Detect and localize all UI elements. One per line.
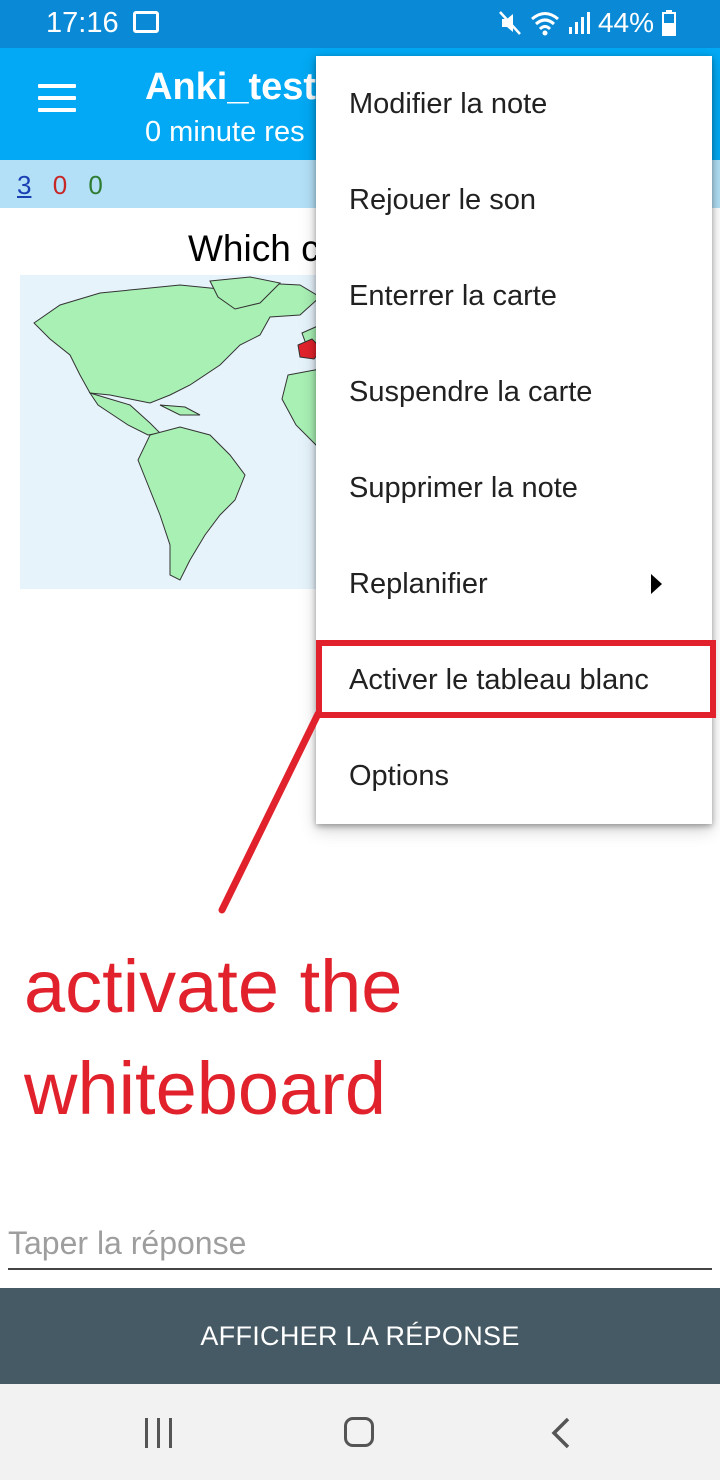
- annotation-highlight-box: [316, 640, 716, 718]
- menu-item-label: Suspendre la carte: [349, 375, 593, 408]
- answer-input[interactable]: [8, 1218, 712, 1270]
- back-icon[interactable]: [548, 1416, 574, 1450]
- menu-item-label: Replanifier: [349, 567, 488, 600]
- menu-item-bury-card[interactable]: Enterrer la carte: [316, 248, 712, 344]
- home-icon[interactable]: [344, 1417, 374, 1447]
- recent-apps-icon[interactable]: [145, 1418, 173, 1448]
- submenu-arrow-icon: [651, 574, 662, 594]
- menu-item-suspend-card[interactable]: Suspendre la carte: [316, 344, 712, 440]
- system-nav-bar: [0, 1384, 720, 1480]
- card-counts: 3 0 0: [17, 170, 117, 201]
- annotation-text: activate the whiteboard: [24, 945, 403, 1130]
- menu-item-edit-note[interactable]: Modifier la note: [316, 56, 712, 152]
- card-question: Which c: [188, 228, 320, 269]
- status-icons: 44%: [498, 7, 676, 39]
- mute-icon: [499, 11, 521, 35]
- learn-count: 0: [52, 170, 68, 200]
- deck-title: Anki_test: [145, 66, 317, 108]
- wifi-icon: [530, 12, 559, 36]
- menu-item-replay-audio[interactable]: Rejouer le son: [316, 152, 712, 248]
- new-count: 3: [17, 170, 32, 200]
- status-time: 17:16: [46, 7, 119, 39]
- deck-subtitle: 0 minute res: [145, 116, 305, 148]
- battery-percent: 44%: [597, 7, 654, 38]
- menu-item-label: Options: [349, 759, 449, 792]
- menu-item-options[interactable]: Options: [316, 728, 712, 824]
- message-icon: [133, 11, 159, 33]
- menu-item-label: Modifier la note: [349, 87, 548, 120]
- menu-item-label: Supprimer la note: [349, 471, 578, 504]
- signal-icon: [568, 12, 590, 34]
- menu-item-label: Enterrer la carte: [349, 279, 557, 312]
- show-answer-button[interactable]: AFFICHER LA RÉPONSE: [0, 1288, 720, 1384]
- menu-item-delete-note[interactable]: Supprimer la note: [316, 440, 712, 536]
- hamburger-icon[interactable]: [38, 84, 76, 122]
- status-bar: 17:16 44%: [0, 0, 720, 48]
- review-count: 0: [88, 170, 103, 200]
- menu-item-label: Rejouer le son: [349, 183, 536, 216]
- menu-item-reschedule[interactable]: Replanifier: [316, 536, 712, 632]
- battery-icon: [662, 10, 676, 36]
